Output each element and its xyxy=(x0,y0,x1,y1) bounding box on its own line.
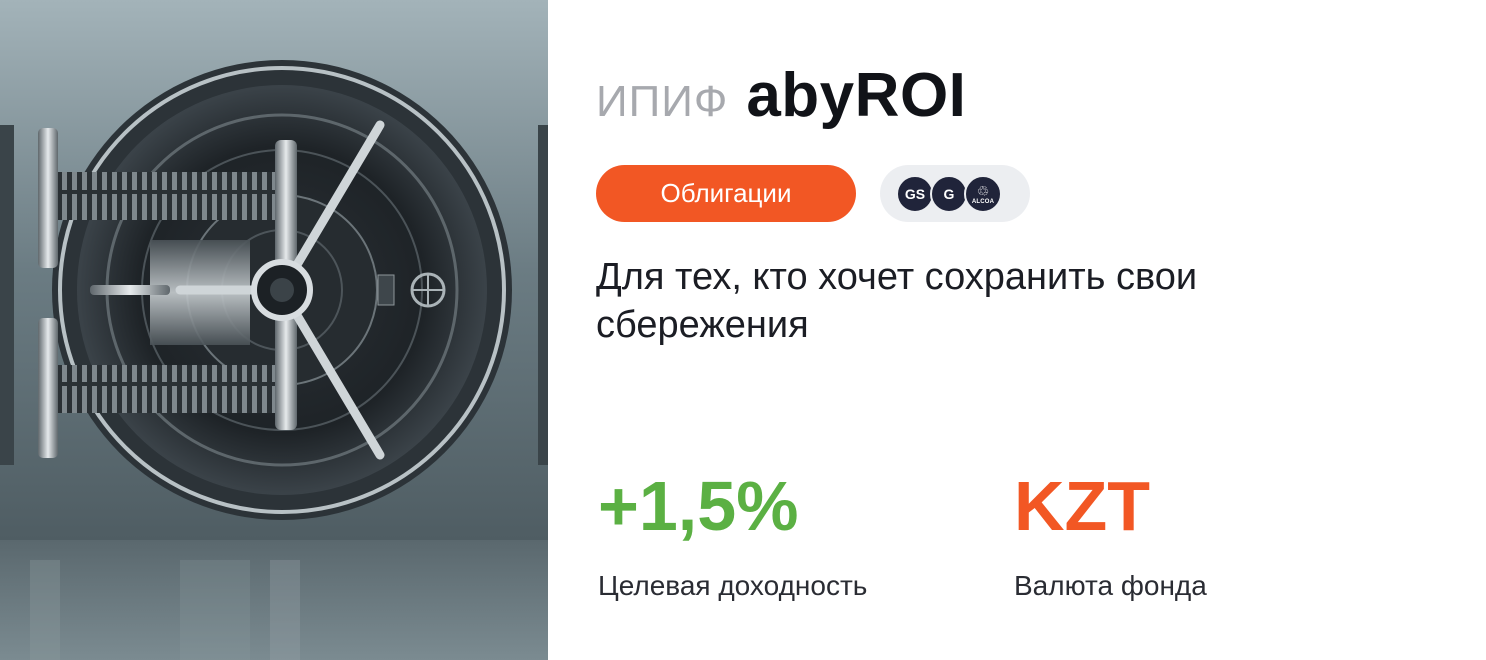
alcoa-logo-text: ALCOA xyxy=(971,198,995,205)
fund-description: Для тех, кто хочет сохранить свои сбереж… xyxy=(596,256,1198,346)
gs-logo-icon: GS xyxy=(896,175,934,213)
holdings-logos[interactable]: GS G ♲ ALCOA xyxy=(880,165,1030,222)
alcoa-logo-icon: ♲ ALCOA xyxy=(964,175,1002,213)
target-yield-label: Целевая доходность xyxy=(598,570,868,601)
target-yield-stat: +1,5% Целевая доходность xyxy=(598,466,867,602)
fund-type-prefix: ИПИФ xyxy=(596,77,729,126)
target-yield-value: +1,5% xyxy=(598,467,799,545)
fund-currency-value: KZT xyxy=(1014,467,1151,545)
fund-name: abyROI xyxy=(746,61,967,130)
gs-logo-text: GS xyxy=(904,186,926,202)
fund-card[interactable]: ИПИФ abyROI Облигации GS G ♲ ALCOA Для т… xyxy=(0,0,1486,660)
category-tag[interactable]: Облигации xyxy=(596,165,856,222)
fund-title: ИПИФ abyROI xyxy=(596,60,966,140)
gazprom-logo-icon: G xyxy=(930,175,968,213)
tag-row: Облигации GS G ♲ ALCOA xyxy=(596,165,1030,222)
gazprom-logo-text: G xyxy=(943,186,955,202)
fund-currency-stat: KZT Валюта фонда xyxy=(1014,466,1207,602)
fund-currency-label: Валюта фонда xyxy=(1014,570,1207,601)
vault-door-image xyxy=(0,0,548,660)
fund-info: ИПИФ abyROI Облигации GS G ♲ ALCOA Для т… xyxy=(596,0,1456,660)
alcoa-glyph-icon: ♲ xyxy=(976,182,990,199)
